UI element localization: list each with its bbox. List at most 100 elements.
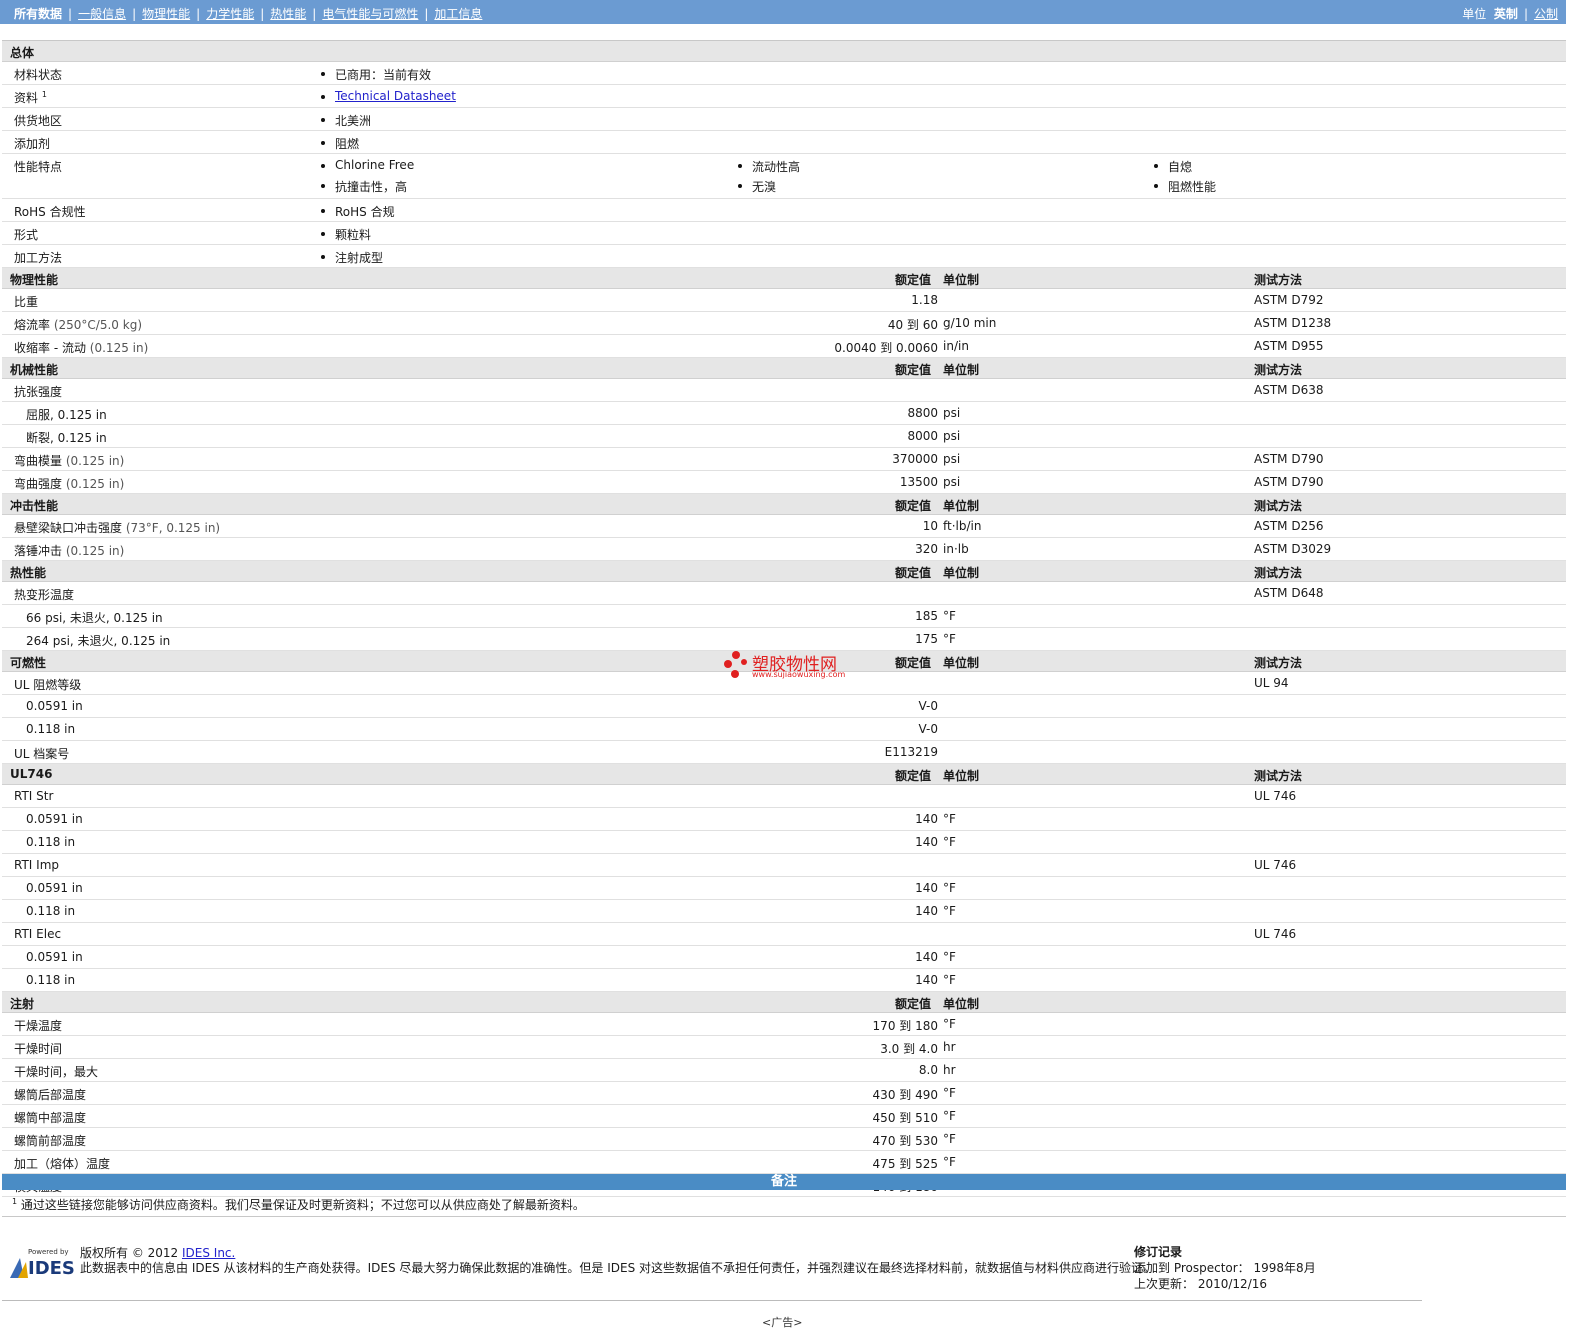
property-value: 140 [915, 973, 938, 987]
ides-logo[interactable]: Powered by IDES [8, 1248, 75, 1280]
property-value: 8.0 [918, 1063, 938, 1077]
property-label: 比重 [14, 295, 39, 309]
property-row: 断裂, 0.125 in 8000 psi [2, 425, 1566, 448]
property-unit: °F [943, 881, 956, 895]
unit-header: 单位制 [943, 769, 980, 783]
property-sections: 物理性能 额定值 单位制 测试方法 比重 1.18 ASTM D792 熔流率 (250°C/… [2, 268, 1566, 1197]
test-method: UL 746 [1254, 789, 1297, 803]
test-method: ASTM D1238 [1254, 316, 1332, 330]
nominal-header: 额定值 [895, 499, 932, 513]
property-unit: °F [943, 1132, 956, 1146]
disclaimer-text: 此数据表中的信息由 IDES 从该材料的生产商处获得。IDES 尽最大努力确保此… [80, 1261, 1156, 1275]
test-method: ASTM D638 [1254, 383, 1324, 397]
property-label: 熔流率 (250°C/5.0 kg) [14, 318, 142, 332]
property-label: RTI Elec [14, 927, 62, 941]
unit-header: 单位制 [943, 997, 980, 1011]
nav-thermal[interactable]: 热性能 [270, 7, 306, 21]
nominal-header: 额定值 [895, 769, 932, 783]
unit-english[interactable]: 英制 [1494, 7, 1518, 21]
feature-item: 阻燃性能 [1153, 180, 1217, 194]
nav-general-info[interactable]: 一般信息 [78, 7, 126, 21]
property-unit: °F [943, 1086, 956, 1100]
row-value: 已商用：当前有效 [320, 68, 432, 82]
feature-item: 流动性高 [737, 160, 801, 174]
property-unit: in/in [943, 339, 969, 353]
test-method-header: 测试方法 [1254, 656, 1303, 670]
unit-header: 单位制 [943, 363, 980, 377]
nav-processing[interactable]: 加工信息 [434, 7, 482, 21]
test-method: ASTM D955 [1254, 339, 1324, 353]
property-label: RTI Imp [14, 858, 59, 872]
ides-link[interactable]: IDES Inc. [182, 1246, 235, 1260]
nav-physical[interactable]: 物理性能 [142, 7, 190, 21]
technical-datasheet-link[interactable]: Technical Datasheet [335, 89, 456, 103]
property-row: 螺筒前部温度 470 到 530 °F [2, 1128, 1566, 1151]
nominal-header: 额定值 [895, 997, 932, 1011]
property-value: 175 [915, 632, 938, 646]
test-method-header: 测试方法 [1254, 363, 1303, 377]
row-label: 形式 [14, 228, 39, 242]
property-unit: °F [943, 904, 956, 918]
row-label: 供货地区 [14, 114, 63, 128]
unit-metric[interactable]: 公制 [1534, 7, 1558, 21]
property-value: 450 到 510 [872, 1111, 938, 1125]
property-row: RTI Elec UL 746 [2, 923, 1566, 946]
feature-item: Chlorine Free [320, 158, 415, 172]
property-value: 1.18 [911, 293, 938, 307]
nominal-header: 额定值 [895, 566, 932, 580]
property-row: 落锤冲击 (0.125 in) 320 in·lb ASTM D3029 [2, 538, 1566, 561]
property-unit: °F [943, 1017, 956, 1031]
property-unit: in·lb [943, 542, 969, 556]
nominal-header: 额定值 [895, 656, 932, 670]
property-unit: °F [943, 609, 956, 623]
property-label: 悬壁梁缺口冲击强度 (73°F, 0.125 in) [14, 521, 221, 535]
property-value: E113219 [884, 745, 938, 759]
row-value: 颗粒料 [320, 228, 372, 242]
property-label: 弯曲强度 (0.125 in) [14, 477, 125, 491]
section-header: 物理性能 额定值 单位制 测试方法 [2, 268, 1566, 289]
nav-all-data[interactable]: 所有数据 [14, 7, 62, 21]
row-label: 添加剂 [14, 137, 51, 151]
nav-electrical-flammability[interactable]: 电气性能与可燃性 [322, 7, 418, 21]
feature-item: 无溴 [737, 180, 777, 194]
property-row: 0.118 in 140 °F [2, 969, 1566, 992]
property-value: 140 [915, 950, 938, 964]
unit-switcher: 单位 英制 | 公制 [1462, 7, 1558, 21]
property-value: 140 [915, 904, 938, 918]
section-header: 机械性能 额定值 单位制 测试方法 [2, 358, 1566, 379]
row-value: 阻燃 [320, 137, 360, 151]
unit-header: 单位制 [943, 656, 980, 670]
property-label: 螺筒前部温度 [14, 1134, 87, 1148]
property-row: 螺筒后部温度 430 到 490 °F [2, 1082, 1566, 1105]
property-value: 140 [915, 835, 938, 849]
property-value: 140 [915, 812, 938, 826]
test-method-header: 测试方法 [1254, 566, 1303, 580]
property-label: UL 阻燃等级 [14, 678, 82, 692]
property-label: 0.118 in [26, 973, 76, 987]
test-method-header: 测试方法 [1254, 273, 1303, 287]
nominal-header: 额定值 [895, 363, 932, 377]
property-label: 螺筒中部温度 [14, 1111, 87, 1125]
property-value: 140 [915, 881, 938, 895]
nav-mechanical[interactable]: 力学性能 [206, 7, 254, 21]
property-label: 0.118 in [26, 722, 76, 736]
property-unit: °F [943, 812, 956, 826]
feature-item: 自熄 [1153, 160, 1193, 174]
section-header: 热性能 额定值 单位制 测试方法 [2, 561, 1566, 582]
unit-header: 单位制 [943, 566, 980, 580]
notes-header: 备注 [2, 1174, 1566, 1190]
section-header: 注射 额定值 单位制 [2, 992, 1566, 1013]
property-value: V-0 [918, 699, 938, 713]
property-unit: psi [943, 452, 961, 466]
property-label: RTI Str [14, 789, 54, 803]
revision-title: 修订记录 [1134, 1245, 1183, 1259]
property-label: 干燥时间 [14, 1042, 63, 1056]
property-unit: °F [943, 973, 956, 987]
property-unit: °F [943, 835, 956, 849]
property-label: 0.0591 in [26, 699, 83, 713]
row-value: 北美洲 [320, 114, 372, 128]
property-label: 螺筒后部温度 [14, 1088, 87, 1102]
test-method: ASTM D790 [1254, 452, 1324, 466]
property-row: 屈服, 0.125 in 8800 psi [2, 402, 1566, 425]
property-value: 8800 [907, 406, 938, 420]
